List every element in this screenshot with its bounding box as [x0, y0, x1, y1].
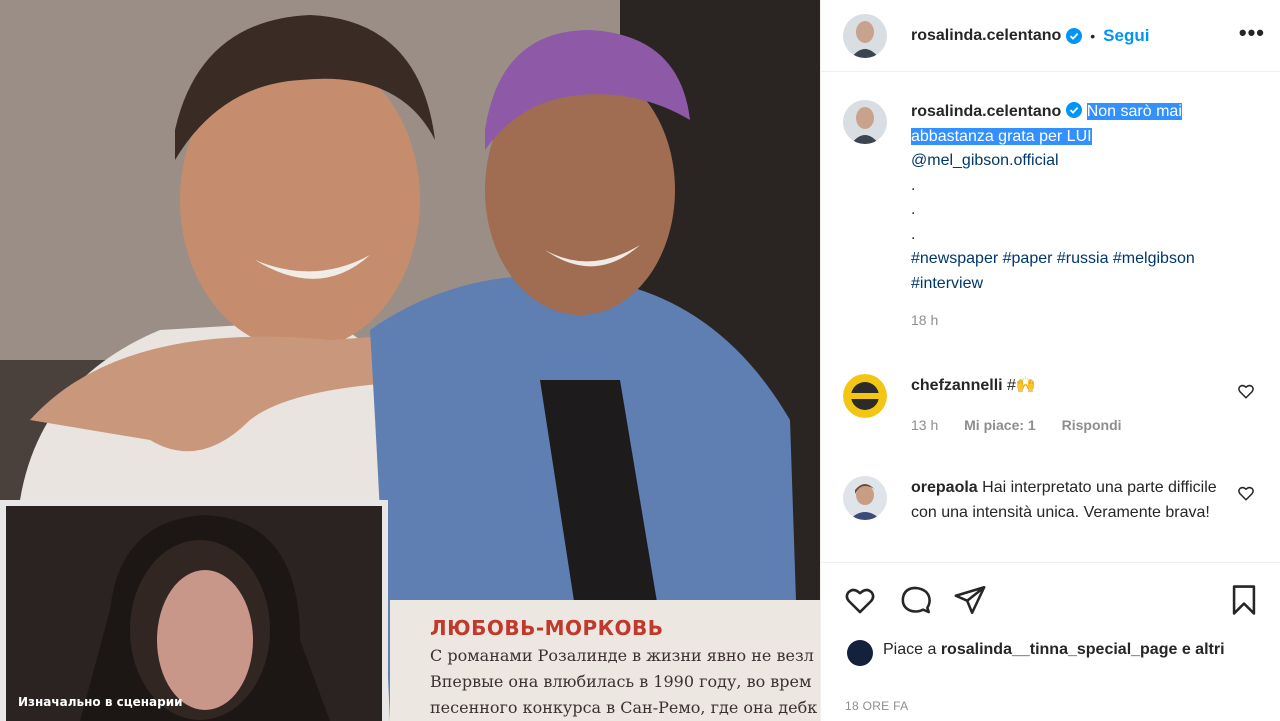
post-header: rosalinda.celentano • Segui •••	[821, 0, 1280, 72]
comment-body: orepaola Hai interpretato una parte diff…	[911, 476, 1231, 525]
caption-dot: .	[911, 201, 916, 218]
follow-button[interactable]: Segui	[1103, 26, 1149, 46]
post-photo[interactable]: ЛЮБОВЬ-МОРКОВЬ С романами Розалинде в жи…	[0, 0, 820, 721]
liker-avatar[interactable]	[847, 640, 873, 666]
comment-username[interactable]: orepaola	[911, 479, 978, 496]
likes-summary: Piace a rosalinda__tinna_special_page e …	[847, 638, 1267, 666]
clipping-line-1: С романами Розалинде в жизни явно не вез…	[430, 646, 814, 665]
caption-avatar[interactable]	[843, 100, 887, 144]
comment-like-heart-icon[interactable]	[1237, 382, 1255, 400]
photo-illustration	[0, 0, 820, 721]
verified-icon	[1066, 27, 1083, 44]
caption-username[interactable]: rosalinda.celentano	[911, 103, 1061, 120]
separator-dot: •	[1090, 27, 1096, 44]
comment-like-heart-icon[interactable]	[1237, 484, 1255, 502]
commenter-avatar[interactable]	[843, 476, 887, 520]
verified-icon	[1066, 102, 1083, 118]
caption: rosalinda.celentano Non sarò mai abbasta…	[843, 100, 1263, 333]
clipping-caption: Изначально в сценарии	[18, 695, 183, 709]
caption-hashtags[interactable]: #newspaper #paper #russia #melgibson #in…	[911, 250, 1195, 292]
comment-text: #🙌	[1007, 377, 1036, 394]
more-options-icon[interactable]: •••	[1239, 20, 1265, 46]
reply-button[interactable]: Rispondi	[1062, 417, 1122, 433]
comment-item: orepaola Hai interpretato una parte diff…	[843, 476, 1263, 525]
bookmark-icon[interactable]	[1227, 583, 1261, 617]
share-icon[interactable]	[953, 583, 987, 617]
likes-text: Piace a rosalinda__tinna_special_page e …	[883, 638, 1243, 666]
comment-likes[interactable]: Mi piace: 1	[964, 417, 1036, 433]
caption-text: rosalinda.celentano Non sarò mai abbasta…	[911, 100, 1251, 333]
author-avatar[interactable]	[843, 13, 887, 58]
heart-icon[interactable]	[843, 583, 877, 617]
clipping-line-3: песенного конкурса в Сан-Ремо, где она д…	[430, 698, 818, 717]
comment-icon[interactable]	[899, 583, 933, 617]
likes-prefix: Piace a	[883, 641, 937, 658]
commenter-avatar[interactable]	[843, 374, 887, 418]
comment-body: chefzannelli #🙌 13 h Mi piace: 1 Rispond…	[911, 374, 1231, 437]
comment-username[interactable]: chefzannelli	[911, 377, 1003, 394]
likes-username[interactable]: rosalinda__tinna_special_page	[941, 641, 1178, 658]
likes-others[interactable]: e altri	[1182, 641, 1225, 658]
post-date[interactable]: 18 ORE FA	[845, 699, 908, 713]
clipping-heading: ЛЮБОВЬ-МОРКОВЬ	[430, 616, 664, 640]
comment-item: chefzannelli #🙌 13 h Mi piace: 1 Rispond…	[843, 374, 1263, 437]
author-username[interactable]: rosalinda.celentano	[911, 27, 1061, 45]
comment-time[interactable]: 13 h	[911, 417, 938, 433]
caption-time[interactable]: 18 h	[911, 308, 1251, 333]
post-side-panel: rosalinda.celentano • Segui ••• rosalind…	[820, 0, 1280, 721]
clipping-line-2: Впервые она влюбилась в 1990 году, во вр…	[430, 672, 812, 691]
post-actions-bar	[821, 562, 1280, 634]
caption-dot: .	[911, 225, 916, 243]
caption-dot: .	[911, 176, 916, 194]
comment-meta: 13 h Mi piace: 1 Rispondi	[911, 413, 1231, 438]
caption-mention[interactable]: @mel_gibson.official	[911, 152, 1059, 169]
